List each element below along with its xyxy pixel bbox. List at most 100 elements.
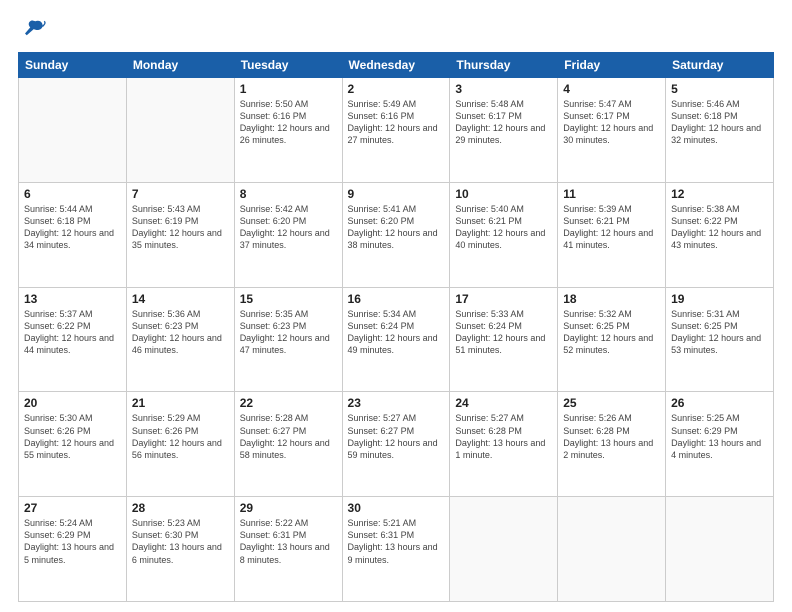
day-info: Sunrise: 5:28 AM Sunset: 6:27 PM Dayligh… [240, 412, 337, 461]
calendar-cell: 29 Sunrise: 5:22 AM Sunset: 6:31 PM Dayli… [234, 497, 342, 602]
day-info: Sunrise: 5:21 AM Sunset: 6:31 PM Dayligh… [348, 517, 445, 566]
day-info: Sunrise: 5:44 AM Sunset: 6:18 PM Dayligh… [24, 203, 121, 252]
day-info: Sunrise: 5:33 AM Sunset: 6:24 PM Dayligh… [455, 308, 552, 357]
header [18, 16, 774, 44]
day-number: 28 [132, 501, 229, 515]
day-info: Sunrise: 5:50 AM Sunset: 6:16 PM Dayligh… [240, 98, 337, 147]
calendar-body: 1 Sunrise: 5:50 AM Sunset: 6:16 PM Daylig… [19, 78, 774, 602]
calendar-cell: 2Sunrise: 5:49 AM Sunset: 6:16 PM Daylig… [342, 78, 450, 183]
day-number: 25 [563, 396, 660, 410]
day-number: 17 [455, 292, 552, 306]
calendar-cell [19, 78, 127, 183]
day-info: Sunrise: 5:39 AM Sunset: 6:21 PM Dayligh… [563, 203, 660, 252]
day-info: Sunrise: 5:24 AM Sunset: 6:29 PM Dayligh… [24, 517, 121, 566]
day-number: 30 [348, 501, 445, 515]
day-info: Sunrise: 5:23 AM Sunset: 6:30 PM Dayligh… [132, 517, 229, 566]
week-row-2: 6 Sunrise: 5:44 AM Sunset: 6:18 PM Daylig… [19, 182, 774, 287]
logo-bird-icon [18, 16, 46, 44]
day-info: Sunrise: 5:26 AM Sunset: 6:28 PM Dayligh… [563, 412, 660, 461]
day-info: Sunrise: 5:29 AM Sunset: 6:26 PM Dayligh… [132, 412, 229, 461]
day-info: Sunrise: 5:38 AM Sunset: 6:22 PM Dayligh… [671, 203, 768, 252]
day-number: 18 [563, 292, 660, 306]
day-info: Sunrise: 5:25 AM Sunset: 6:29 PM Dayligh… [671, 412, 768, 461]
calendar-cell: 15 Sunrise: 5:35 AM Sunset: 6:23 PM Dayli… [234, 287, 342, 392]
day-info: Sunrise: 5:40 AM Sunset: 6:21 PM Dayligh… [455, 203, 552, 252]
day-number: 5 [671, 82, 768, 96]
calendar-cell: 28 Sunrise: 5:23 AM Sunset: 6:30 PM Dayli… [126, 497, 234, 602]
day-number: 7 [132, 187, 229, 201]
day-number: 6 [24, 187, 121, 201]
day-info: Sunrise: 5:22 AM Sunset: 6:31 PM Dayligh… [240, 517, 337, 566]
day-number: 24 [455, 396, 552, 410]
calendar-table: SundayMondayTuesdayWednesdayThursdayFrid… [18, 52, 774, 602]
calendar-cell: 11 Sunrise: 5:39 AM Sunset: 6:21 PM Dayli… [558, 182, 666, 287]
calendar-cell: 12 Sunrise: 5:38 AM Sunset: 6:22 PM Dayli… [666, 182, 774, 287]
calendar-cell: 16 Sunrise: 5:34 AM Sunset: 6:24 PM Dayli… [342, 287, 450, 392]
day-header-sunday: Sunday [19, 53, 127, 78]
day-number: 9 [348, 187, 445, 201]
day-number: 14 [132, 292, 229, 306]
day-number: 15 [240, 292, 337, 306]
week-row-1: 1 Sunrise: 5:50 AM Sunset: 6:16 PM Daylig… [19, 78, 774, 183]
calendar-cell: 5Sunrise: 5:46 AM Sunset: 6:18 PM Daylig… [666, 78, 774, 183]
day-number: 23 [348, 396, 445, 410]
calendar-cell [126, 78, 234, 183]
day-header-friday: Friday [558, 53, 666, 78]
day-number: 26 [671, 396, 768, 410]
calendar-cell [450, 497, 558, 602]
day-number: 4 [563, 82, 660, 96]
day-number: 19 [671, 292, 768, 306]
calendar-cell: 14Sunrise: 5:36 AM Sunset: 6:23 PM Dayli… [126, 287, 234, 392]
day-header-wednesday: Wednesday [342, 53, 450, 78]
calendar-cell: 4 Sunrise: 5:47 AM Sunset: 6:17 PM Daylig… [558, 78, 666, 183]
week-row-3: 13 Sunrise: 5:37 AM Sunset: 6:22 PM Dayli… [19, 287, 774, 392]
calendar-cell: 26 Sunrise: 5:25 AM Sunset: 6:29 PM Dayli… [666, 392, 774, 497]
day-info: Sunrise: 5:32 AM Sunset: 6:25 PM Dayligh… [563, 308, 660, 357]
day-info: Sunrise: 5:47 AM Sunset: 6:17 PM Dayligh… [563, 98, 660, 147]
calendar-cell: 23 Sunrise: 5:27 AM Sunset: 6:27 PM Dayli… [342, 392, 450, 497]
calendar-cell: 7 Sunrise: 5:43 AM Sunset: 6:19 PM Daylig… [126, 182, 234, 287]
day-info: Sunrise: 5:27 AM Sunset: 6:27 PM Dayligh… [348, 412, 445, 461]
calendar-cell: 17 Sunrise: 5:33 AM Sunset: 6:24 PM Dayli… [450, 287, 558, 392]
calendar-cell: 18 Sunrise: 5:32 AM Sunset: 6:25 PM Dayli… [558, 287, 666, 392]
calendar-cell: 9 Sunrise: 5:41 AM Sunset: 6:20 PM Daylig… [342, 182, 450, 287]
day-info: Sunrise: 5:41 AM Sunset: 6:20 PM Dayligh… [348, 203, 445, 252]
logo [18, 16, 50, 44]
calendar-cell [558, 497, 666, 602]
day-number: 16 [348, 292, 445, 306]
day-number: 1 [240, 82, 337, 96]
calendar-cell: 19 Sunrise: 5:31 AM Sunset: 6:25 PM Dayli… [666, 287, 774, 392]
day-info: Sunrise: 5:35 AM Sunset: 6:23 PM Dayligh… [240, 308, 337, 357]
calendar-cell: 6 Sunrise: 5:44 AM Sunset: 6:18 PM Daylig… [19, 182, 127, 287]
day-info: Sunrise: 5:42 AM Sunset: 6:20 PM Dayligh… [240, 203, 337, 252]
day-info: Sunrise: 5:49 AM Sunset: 6:16 PM Dayligh… [348, 98, 445, 147]
day-info: Sunrise: 5:37 AM Sunset: 6:22 PM Dayligh… [24, 308, 121, 357]
day-number: 22 [240, 396, 337, 410]
calendar-cell: 24 Sunrise: 5:27 AM Sunset: 6:28 PM Dayli… [450, 392, 558, 497]
day-info: Sunrise: 5:43 AM Sunset: 6:19 PM Dayligh… [132, 203, 229, 252]
day-info: Sunrise: 5:31 AM Sunset: 6:25 PM Dayligh… [671, 308, 768, 357]
calendar-cell: 3 Sunrise: 5:48 AM Sunset: 6:17 PM Daylig… [450, 78, 558, 183]
day-number: 8 [240, 187, 337, 201]
day-info: Sunrise: 5:34 AM Sunset: 6:24 PM Dayligh… [348, 308, 445, 357]
day-number: 12 [671, 187, 768, 201]
calendar-cell: 22 Sunrise: 5:28 AM Sunset: 6:27 PM Dayli… [234, 392, 342, 497]
day-number: 10 [455, 187, 552, 201]
calendar-cell: 30 Sunrise: 5:21 AM Sunset: 6:31 PM Dayli… [342, 497, 450, 602]
day-number: 13 [24, 292, 121, 306]
day-number: 3 [455, 82, 552, 96]
day-info: Sunrise: 5:48 AM Sunset: 6:17 PM Dayligh… [455, 98, 552, 147]
calendar-cell: 13 Sunrise: 5:37 AM Sunset: 6:22 PM Dayli… [19, 287, 127, 392]
calendar-cell: 21 Sunrise: 5:29 AM Sunset: 6:26 PM Dayli… [126, 392, 234, 497]
day-header-tuesday: Tuesday [234, 53, 342, 78]
day-header-saturday: Saturday [666, 53, 774, 78]
week-row-5: 27Sunrise: 5:24 AM Sunset: 6:29 PM Dayli… [19, 497, 774, 602]
day-number: 21 [132, 396, 229, 410]
day-number: 11 [563, 187, 660, 201]
week-row-4: 20Sunrise: 5:30 AM Sunset: 6:26 PM Dayli… [19, 392, 774, 497]
calendar-cell: 25 Sunrise: 5:26 AM Sunset: 6:28 PM Dayli… [558, 392, 666, 497]
day-info: Sunrise: 5:27 AM Sunset: 6:28 PM Dayligh… [455, 412, 552, 461]
page: SundayMondayTuesdayWednesdayThursdayFrid… [0, 0, 792, 612]
day-number: 29 [240, 501, 337, 515]
day-header-thursday: Thursday [450, 53, 558, 78]
